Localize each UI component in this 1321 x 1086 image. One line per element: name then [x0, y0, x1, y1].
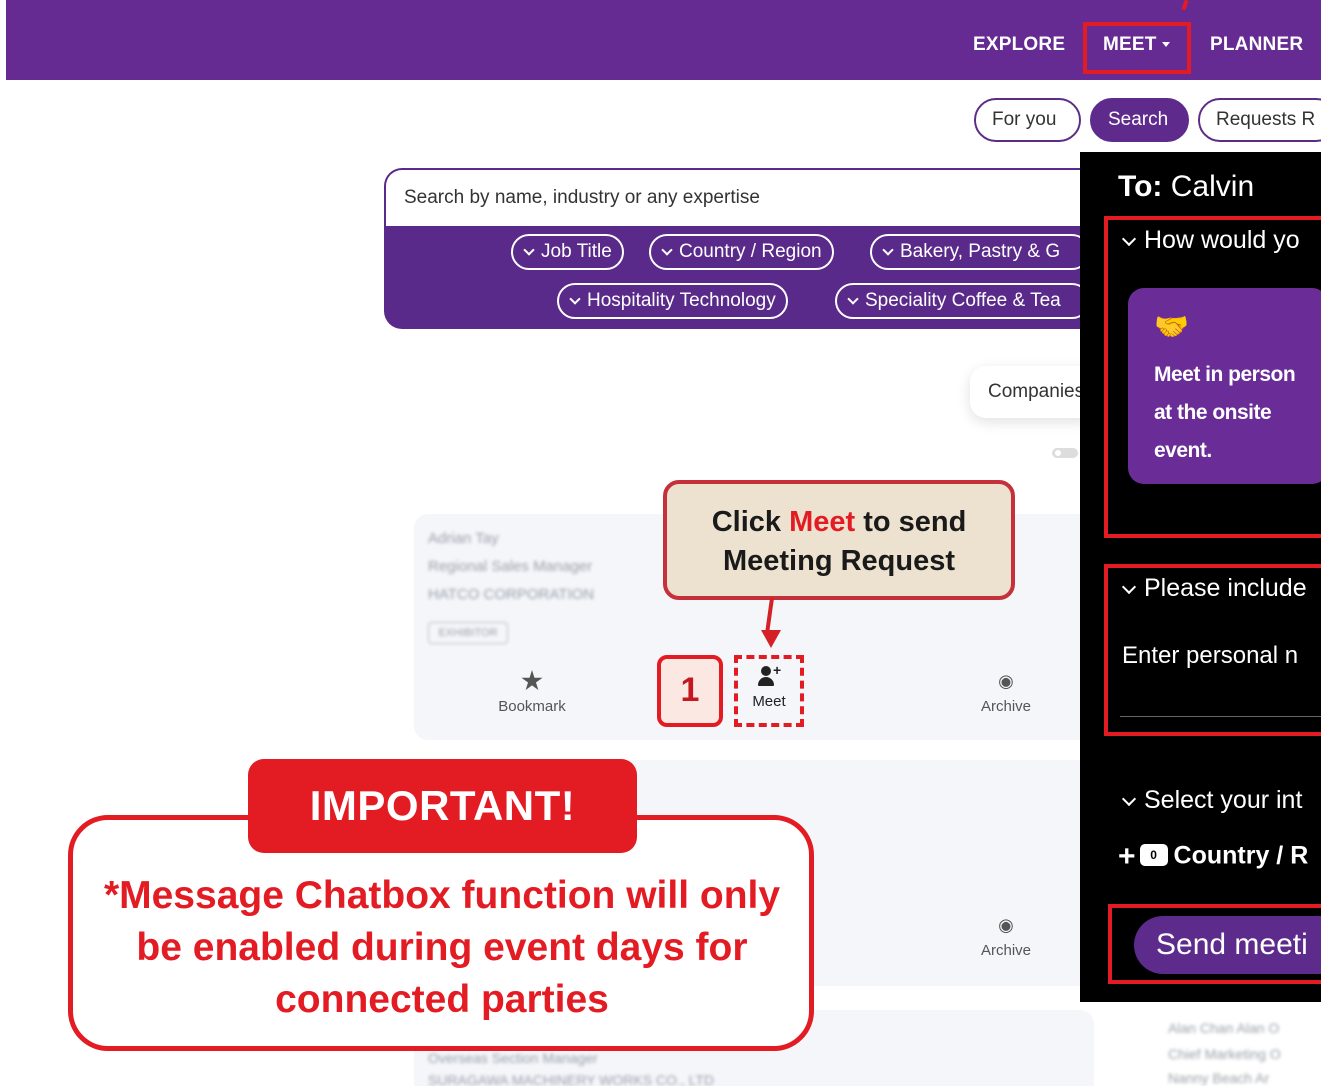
chevron-down-icon	[569, 293, 581, 305]
card3-title: Overseas Section Manager	[428, 1050, 598, 1066]
eye-slash-icon: ◉	[998, 671, 1014, 691]
note-question[interactable]: Please include	[1120, 574, 1307, 603]
archive-button-2[interactable]: ◉ Archive	[956, 914, 1056, 959]
nav-meet[interactable]: MEET	[1103, 34, 1170, 56]
bookmark-button[interactable]: Bookmark	[482, 670, 582, 715]
eye-slash-icon: ◉	[998, 915, 1014, 935]
bookmark-label: Bookmark	[498, 698, 566, 715]
tab-companies[interactable]: Companies	[970, 366, 1090, 418]
nav-explore[interactable]: EXPLORE	[973, 34, 1065, 56]
star-icon	[521, 670, 543, 691]
filter-label: Hospitality Technology	[587, 290, 776, 311]
chevron-down-icon	[1121, 579, 1137, 594]
toggle-switch[interactable]	[1052, 448, 1078, 458]
interest-country-filter[interactable]: +0 Country / R	[1118, 840, 1308, 874]
attendee-name: Adrian Tay	[428, 530, 499, 547]
chevron-down-icon	[1121, 791, 1137, 806]
input-underline	[1120, 716, 1321, 717]
archive-label: Archive	[980, 698, 1032, 715]
tab-requests[interactable]: Requests R	[1198, 98, 1321, 142]
archive-label: Archive	[980, 942, 1032, 959]
archive-button[interactable]: ◉ Archive	[956, 670, 1056, 715]
card4-title: Chief Marketing O	[1168, 1046, 1281, 1062]
filter-label: Speciality Coffee & Tea	[865, 290, 1061, 311]
filter-speciality-coffee[interactable]: Speciality Coffee & Tea	[835, 283, 1090, 319]
personal-note-input[interactable]: Enter personal n	[1122, 642, 1298, 670]
filter-label: Bakery, Pastry & G	[900, 241, 1061, 262]
attendee-title: Regional Sales Manager	[428, 558, 593, 575]
nav-meet-label: MEET	[1103, 34, 1157, 55]
handshake-icon: 🤝	[1154, 311, 1189, 342]
nav-planner[interactable]: PLANNER	[1210, 34, 1303, 56]
chevron-down-icon	[661, 244, 673, 256]
option-text: Meet in person at the onsite event.	[1154, 363, 1296, 462]
tab-search[interactable]: Search	[1090, 98, 1189, 142]
caret-down-icon	[1161, 42, 1170, 48]
meeting-request-panel: To: Calvin How would yo 🤝 Meet in person…	[1080, 152, 1321, 1002]
meet-button[interactable]: + Meet	[737, 662, 801, 710]
callout-text: to send	[855, 506, 967, 538]
plus-icon: +	[1118, 840, 1136, 873]
arrow-head-icon	[761, 630, 781, 648]
chevron-down-icon	[1121, 231, 1137, 246]
instruction-callout: Click Meet to send Meeting Request	[663, 480, 1015, 600]
send-meeting-request-button[interactable]: Send meeti	[1134, 916, 1321, 974]
attendee-company: HATCO CORPORATION	[428, 586, 595, 603]
callout-text: Click	[711, 506, 790, 538]
interest-question[interactable]: Select your int	[1120, 786, 1302, 815]
tab-for-you[interactable]: For you	[974, 98, 1081, 142]
add-user-icon: +	[758, 662, 781, 688]
interest-count-badge: 0	[1139, 844, 1168, 866]
filter-label: Job Title	[541, 241, 612, 262]
search-input[interactable]: Search by name, industry or any expertis…	[386, 170, 1102, 226]
question-label: How would yo	[1144, 226, 1300, 254]
card4-name: Alan Chan Alan O	[1168, 1020, 1280, 1036]
filter-bakery[interactable]: Bakery, Pastry & G	[870, 234, 1090, 270]
to-label: To:	[1118, 170, 1163, 203]
callout-line2: Meeting Request	[722, 545, 956, 577]
chevron-down-icon	[847, 293, 859, 305]
important-message: *Message Chatbox function will only be e…	[103, 874, 781, 1021]
filter-job-title[interactable]: Job Title	[511, 234, 624, 270]
step-number-badge: 1	[657, 655, 723, 727]
meeting-type-question[interactable]: How would yo	[1120, 226, 1300, 255]
filter-hospitality-technology[interactable]: Hospitality Technology	[557, 283, 788, 319]
question-label: Please include	[1144, 574, 1307, 602]
important-title: IMPORTANT!	[248, 759, 637, 853]
filter-country-region[interactable]: Country / Region	[649, 234, 834, 270]
card4-company: Nanny Beach Ar	[1168, 1070, 1270, 1086]
recipient-line: To: Calvin	[1118, 170, 1254, 204]
recipient-name: Calvin	[1170, 170, 1255, 203]
attendee-tag: EXHIBITOR	[428, 622, 508, 644]
meet-label: Meet	[752, 693, 786, 710]
chevron-down-icon	[882, 244, 894, 256]
card3-company: SURAGAWA MACHINERY WORKS CO., LTD	[428, 1072, 715, 1086]
chevron-down-icon	[523, 244, 535, 256]
interest-label: Country / R	[1173, 841, 1309, 870]
question-label: Select your int	[1144, 786, 1303, 814]
callout-line1: Click Meet to send	[667, 503, 1011, 542]
callout-highlight: Meet	[789, 506, 856, 538]
filter-label: Country / Region	[679, 241, 822, 262]
